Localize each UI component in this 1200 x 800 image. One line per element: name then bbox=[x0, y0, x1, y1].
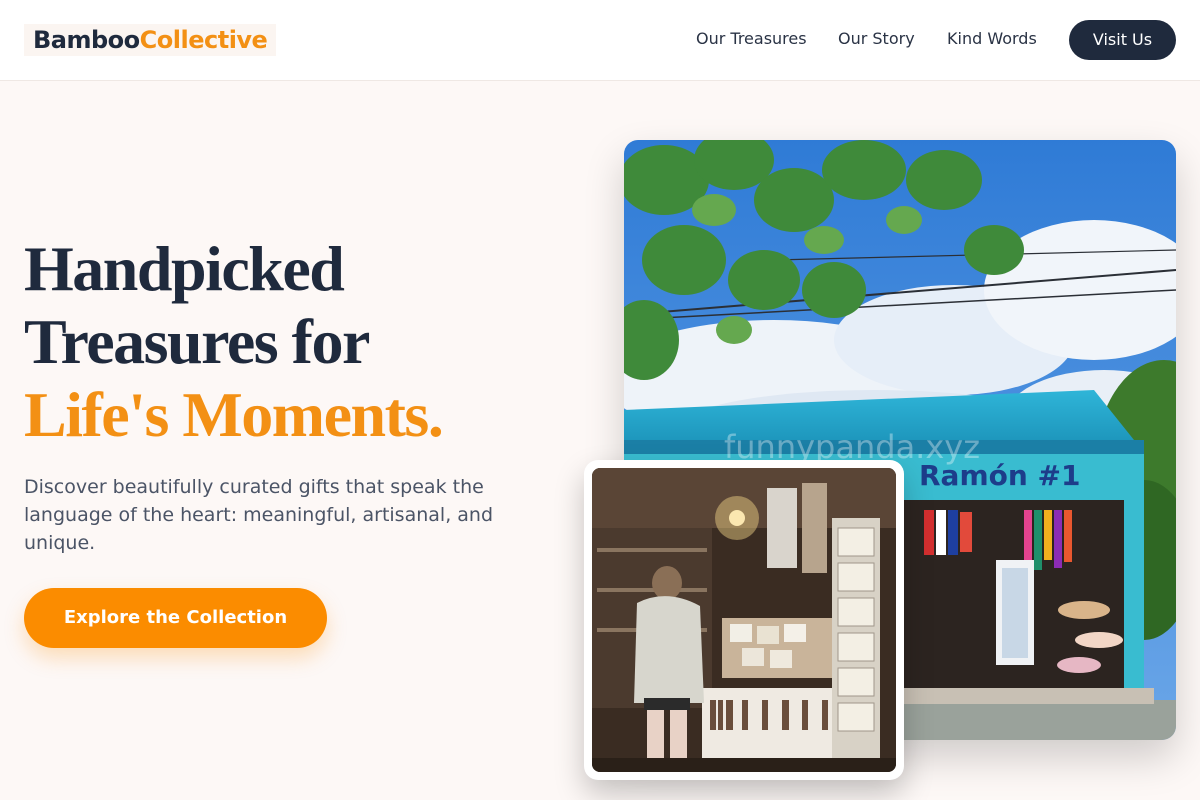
hero-headline: Handpicked Treasures for Life's Moments. bbox=[24, 232, 584, 451]
nav-link-our-story[interactable]: Our Story bbox=[838, 29, 915, 49]
headline-line-1: Handpicked bbox=[24, 233, 345, 304]
headline-accent: Life's Moments. bbox=[24, 379, 444, 450]
brand-logo[interactable]: BambooCollective bbox=[24, 24, 277, 56]
site-header: BambooCollective Our Treasures Our Story… bbox=[0, 0, 1200, 81]
hero-subtext: Discover beautifully curated gifts that … bbox=[24, 476, 494, 554]
explore-collection-button[interactable]: Explore the Collection bbox=[24, 588, 327, 648]
shop-interior-photo-frame bbox=[584, 460, 904, 780]
nav-link-our-treasures[interactable]: Our Treasures bbox=[696, 29, 807, 49]
brand-name-part1: Bamboo bbox=[33, 26, 140, 54]
visit-us-button[interactable]: Visit Us bbox=[1069, 20, 1176, 60]
brand-name-part2: Collective bbox=[139, 26, 268, 54]
shop-interior-photo bbox=[592, 468, 896, 772]
nav-link-kind-words[interactable]: Kind Words bbox=[947, 29, 1037, 49]
headline-line-2: Treasures for bbox=[24, 306, 370, 377]
